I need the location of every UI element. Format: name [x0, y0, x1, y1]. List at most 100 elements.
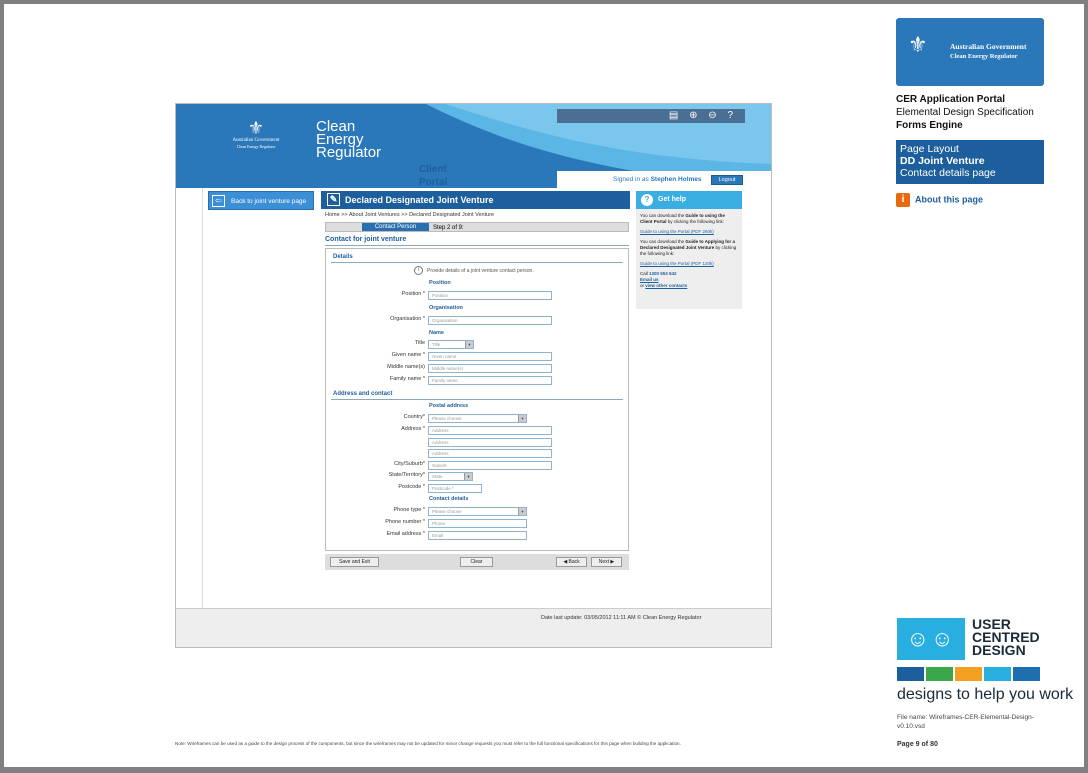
address-line1-input[interactable]: Address — [428, 426, 552, 435]
address-line2-input[interactable]: Address — [428, 438, 552, 447]
signed-in-bar: Signed in as Stephen Holmes Logout — [557, 171, 771, 188]
family-name-label: Family name * — [389, 376, 425, 382]
edit-icon: ✎ — [327, 193, 340, 206]
ucd-wordmark: USER CENTRED DESIGN — [972, 617, 1040, 658]
contact-form: Details i Provide details of a joint vent… — [325, 248, 629, 551]
country-select-value: Please choose — [432, 416, 462, 421]
help-p1-post: by clicking the following link: — [667, 219, 725, 224]
footer-note: Note: Wireframes can be used as a guide … — [175, 741, 681, 746]
ucd-bar — [955, 667, 982, 681]
portal-footer: Date last update: 03/05/2012 11:11 AM © … — [176, 608, 771, 647]
brand-line3: Regulator — [316, 144, 382, 161]
next-button[interactable]: Next ▶ — [591, 557, 622, 567]
portal-brand: Clean Energy Regulator Client Portal — [316, 119, 447, 188]
ucd-bar — [1013, 667, 1040, 681]
title-select[interactable]: Title ▼ — [428, 340, 474, 349]
about-this-page-link[interactable]: i About this page — [896, 193, 983, 207]
postcode-input[interactable]: Postcode * — [428, 484, 482, 493]
ucd-color-bars — [897, 667, 1045, 681]
address-heading: Address and contact — [333, 391, 393, 397]
postal-subheading: Postal address — [429, 403, 469, 409]
chevron-down-icon: ▼ — [465, 341, 473, 348]
country-label: Country* — [403, 414, 425, 420]
name-subheading: Name — [429, 330, 444, 336]
city-input[interactable]: Suburb — [428, 461, 552, 470]
phone-type-label: Phone type * — [393, 507, 426, 513]
phone-type-select-value: Please choose — [432, 509, 462, 514]
country-select[interactable]: Please choose ▼ — [428, 414, 527, 423]
zoom-in-icon[interactable]: ⊕ — [689, 110, 701, 121]
ucd-bar — [926, 667, 953, 681]
page-title-bar: ✎ Declared Designated Joint Venture — [321, 191, 630, 209]
user-name: Stephen Holmes — [650, 176, 702, 183]
info-icon: i — [414, 266, 423, 275]
contact-subheading: Contact details — [429, 496, 469, 502]
help-phone: 1300 553 542 — [649, 271, 677, 276]
help-contact: Call 1300 553 542 Email us or view other… — [640, 271, 738, 289]
given-name-input[interactable]: Given name — [428, 352, 552, 361]
doc-meta: CER Application Portal Elemental Design … — [896, 93, 1034, 132]
back-label: Back to joint venture page — [231, 198, 307, 205]
state-label: State/Territory* — [388, 472, 425, 478]
help-para-2: You can download the Guide to Applying f… — [640, 239, 738, 257]
section-title: Contact for joint venture — [325, 236, 407, 243]
guide-portal-link[interactable]: Guide to using the Portal (PDF 260k) — [640, 229, 714, 234]
brand-sub: Client Portal — [419, 164, 448, 188]
signed-in-prefix: Signed in as — [613, 176, 649, 183]
view-other-contacts-link[interactable]: view other contacts — [645, 283, 687, 288]
phone-type-select[interactable]: Please choose ▼ — [428, 507, 527, 516]
section-divider — [325, 245, 629, 246]
gov-logo: ⚜ Australian Government Clean Energy Reg… — [220, 118, 292, 149]
phone-input[interactable]: Phone — [428, 519, 527, 528]
phone-label: Phone number * — [385, 519, 425, 525]
ucd-bar — [897, 667, 924, 681]
help-title: Get help — [658, 196, 687, 203]
chevron-down-icon: ▼ — [518, 415, 526, 422]
file-name: File name: Wireframes-CER-Elemental-Desi… — [897, 714, 1034, 730]
position-subheading: Position — [429, 280, 451, 286]
zoom-out-icon[interactable]: ⊖ — [708, 110, 720, 121]
details-divider — [331, 262, 623, 263]
position-input[interactable]: Position — [428, 291, 552, 300]
crest-icon: ⚜ — [908, 32, 928, 57]
help-p2-pre: You can download the — [640, 239, 685, 244]
ucd-logo: ☺☺☺ USER CENTRED DESIGN designs to help … — [897, 617, 1073, 710]
contact-page-label: Contact details page — [900, 167, 996, 179]
help-p1-pre: You can download the — [640, 213, 685, 218]
details-heading: Details — [333, 254, 353, 260]
middle-name-label: Middle name(s) — [387, 364, 425, 370]
clear-button[interactable]: Clear — [460, 557, 493, 567]
back-button[interactable]: ◀ Back — [556, 557, 587, 567]
middle-name-input[interactable]: Middle name(s) — [428, 364, 552, 373]
cer-logo-line2: Clean Energy Regulator — [950, 53, 1018, 60]
help-icon[interactable]: ? — [727, 110, 737, 121]
form-footer: Save and Exit Clear ◀ Back Next ▶ — [325, 554, 629, 570]
save-exit-button[interactable]: Save and Exit — [330, 557, 379, 567]
info-icon: i — [896, 193, 910, 207]
logout-button[interactable]: Logout — [711, 175, 743, 185]
breadcrumb[interactable]: Home >> About Joint Ventures >> Declared… — [325, 212, 494, 218]
title-label: Title — [414, 340, 425, 346]
title-select-value: Title — [432, 342, 441, 347]
dd-joint-label: DD Joint Venture — [900, 155, 985, 167]
organisation-input[interactable]: Organisation — [428, 316, 552, 325]
organisation-label: Organisation * — [390, 316, 425, 322]
step-progress: Contact Person Step 2 of 9: — [325, 222, 629, 232]
email-input[interactable]: Email — [428, 531, 527, 540]
back-to-joint-venture-button[interactable]: ⇦ Back to joint venture page — [208, 191, 314, 210]
current-step: Contact Person — [362, 223, 429, 231]
page-title: Declared Designated Joint Venture — [345, 195, 494, 205]
email-us-link[interactable]: Email us — [640, 277, 659, 282]
page-number: Page 9 of 80 — [897, 741, 938, 748]
state-select[interactable]: State ▼ — [428, 472, 473, 481]
guide-joint-venture-link[interactable]: Guide to using the Portal (PDF 120k) — [640, 261, 714, 266]
print-icon[interactable]: ▤ — [669, 110, 682, 121]
page-layout-box: Page Layout DD Joint Venture Contact det… — [896, 140, 1044, 184]
back-arrow-icon: ⇦ — [212, 195, 225, 207]
position-label: Position * — [401, 291, 425, 297]
family-name-input[interactable]: Family name — [428, 376, 552, 385]
last-update-text: Date last update: 03/05/2012 11:11 AM © … — [541, 615, 702, 621]
help-header: ? Get help — [636, 191, 742, 209]
address-line3-input[interactable]: Address — [428, 449, 552, 458]
ucd-line3: DESIGN — [972, 642, 1026, 658]
